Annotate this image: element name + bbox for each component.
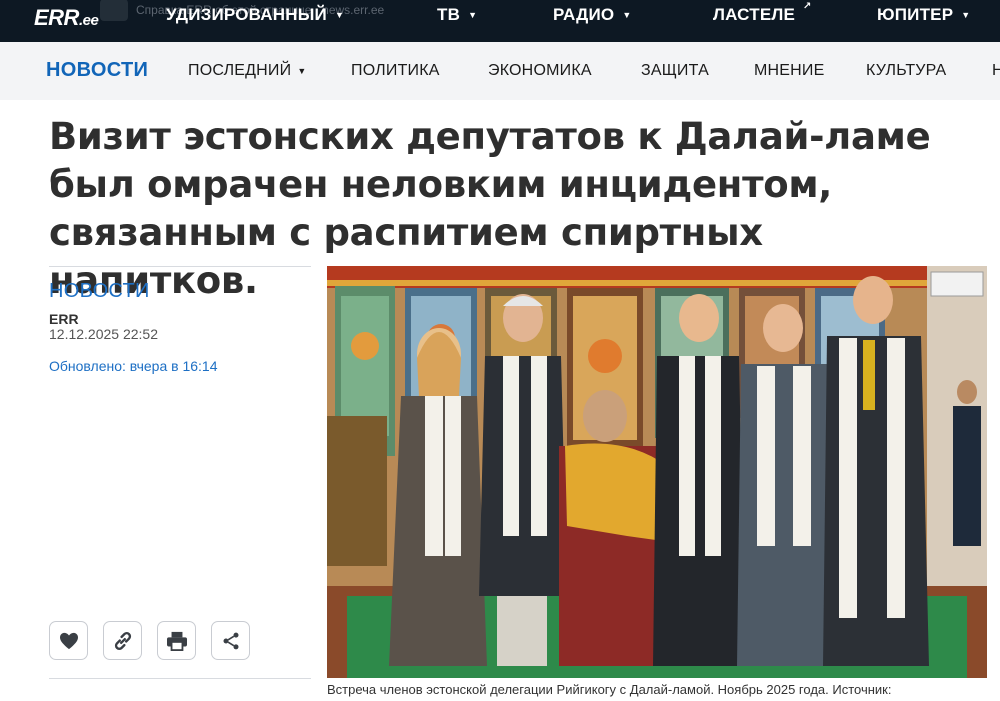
overlay-icon — [100, 0, 128, 21]
copy-link-button[interactable] — [103, 621, 142, 660]
nav-item-jupiter[interactable]: ЮПИТЕР ▼ — [877, 5, 970, 25]
external-link-icon: ↗ — [803, 0, 812, 12]
meta-divider-top — [49, 266, 311, 267]
subnav-item-economy[interactable]: ЭКОНОМИКА — [488, 62, 592, 80]
subnav-item-opinion[interactable]: МНЕНИЕ — [754, 62, 824, 80]
share-icon — [223, 632, 238, 649]
subnav-item-latest[interactable]: ПОСЛЕДНИЙ ▼ — [188, 62, 306, 80]
caret-down-icon: ▼ — [961, 10, 971, 20]
top-bar: ERR.ee Справка ERR об этой странице · ne… — [0, 0, 1000, 42]
article-author: ERR — [49, 311, 79, 327]
section-nav: НОВОСТИ ПОСЛЕДНИЙ ▼ ПОЛИТИКА ЭКОНОМИКА ЗА… — [0, 42, 1000, 100]
article-date: 12.12.2025 22:52 — [49, 326, 158, 342]
photo-caption: Встреча членов эстонской делегации Рийги… — [327, 682, 892, 697]
nav-item-udizirovanny[interactable]: УДИЗИРОВАННЫЙ ▼ — [166, 5, 344, 25]
section-brand-news[interactable]: НОВОСТИ — [46, 59, 148, 82]
caret-down-icon: ▼ — [334, 10, 345, 20]
article-updated: Обновлено: вчера в 16:14 — [49, 358, 218, 374]
heart-icon — [59, 632, 78, 649]
caret-down-icon: ▼ — [622, 10, 632, 20]
article-actions — [49, 621, 250, 660]
nav-item-lastele[interactable]: ЛАСТЕЛЕ ↗ — [713, 1, 812, 25]
link-icon — [114, 631, 131, 650]
caret-down-icon: ▼ — [468, 10, 478, 20]
subnav-item-defense[interactable]: ЗАЩИТА — [641, 62, 709, 80]
err-logo[interactable]: ERR.ee — [34, 5, 99, 31]
article-category[interactable]: НОВОСТИ — [49, 280, 150, 303]
subnav-item-culture[interactable]: КУЛЬТУРА — [866, 62, 946, 80]
caret-down-icon: ▼ — [297, 66, 307, 76]
like-button[interactable] — [49, 621, 88, 660]
subnav-item-more[interactable]: Н — [992, 62, 1000, 80]
nav-item-tv[interactable]: ТВ ▼ — [437, 5, 477, 25]
printer-icon — [166, 631, 187, 651]
meta-divider-bottom — [49, 678, 311, 679]
subnav-item-politics[interactable]: ПОЛИТИКА — [351, 62, 440, 80]
print-button[interactable] — [157, 621, 196, 660]
share-button[interactable] — [211, 621, 250, 660]
nav-item-radio[interactable]: РАДИО ▼ — [553, 5, 631, 25]
article-photo[interactable] — [327, 266, 987, 678]
